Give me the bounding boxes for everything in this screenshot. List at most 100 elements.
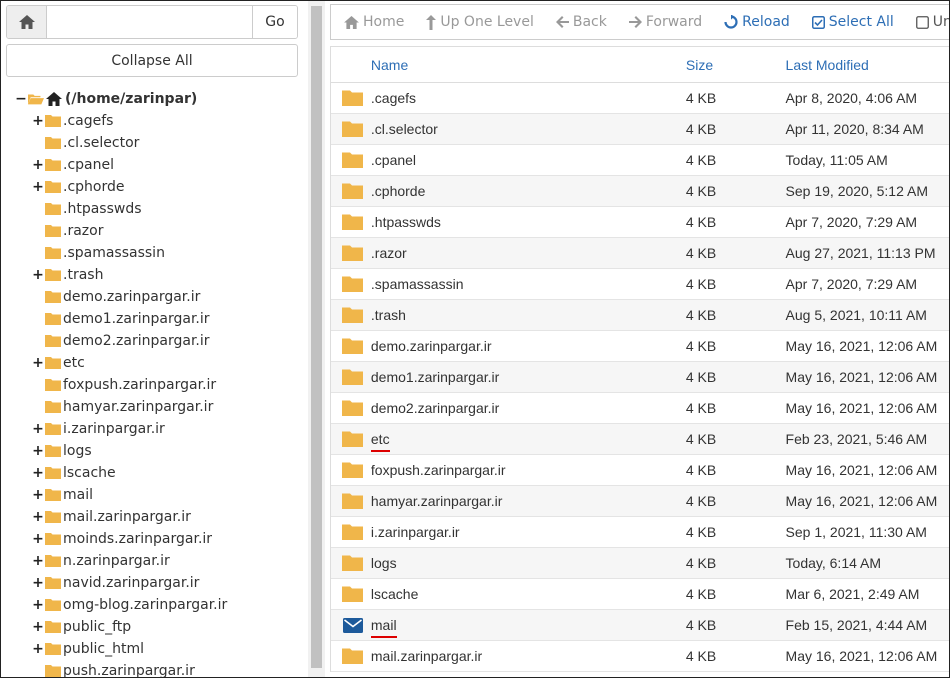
tree-item[interactable]: +hamyar.zarinpargar.ir (1, 396, 301, 418)
file-name[interactable]: demo2.zarinpargar.ir (371, 400, 686, 416)
tree-item[interactable]: +push.zarinpargar.ir (1, 660, 301, 677)
expand-toggle-icon[interactable]: + (32, 531, 44, 547)
collapse-all-button[interactable]: Collapse All (6, 44, 298, 77)
table-row[interactable]: demo1.zarinpargar.ir 4 KB May 16, 2021, 12… (331, 362, 949, 393)
file-name[interactable]: etc (370, 431, 686, 452)
tree-item[interactable]: + .cagefs (1, 110, 301, 132)
home-button[interactable]: Home (331, 5, 414, 39)
table-row[interactable]: demo2.zarinpargar.ir 4 KB May 16, 2021, 12… (331, 393, 949, 424)
folder-icon (45, 291, 61, 303)
tree-scrollbar[interactable] (308, 1, 325, 677)
tree-item[interactable]: + .cpanel (1, 154, 301, 176)
tree-item[interactable]: + i.zarinpargar.ir (1, 418, 301, 440)
tree-item[interactable]: +.htpasswds (1, 198, 301, 220)
tree-item[interactable]: + omg-blog.zarinpargar.ir (1, 594, 301, 616)
table-row[interactable]: i.zarinpargar.ir 4 KB Sep 1, 2021, 11:30 A… (331, 517, 949, 548)
tree-item[interactable]: + n.zarinpargar.ir (1, 550, 301, 572)
tree-item-label: lscache (63, 465, 116, 481)
table-row[interactable]: hamyar.zarinpargar.ir 4 KB May 16, 2021, 1… (331, 486, 949, 517)
table-row[interactable]: .cphorde 4 KB Sep 19, 2020, 5:12 AM (331, 176, 949, 207)
table-row[interactable]: .spamassassin 4 KB Apr 7, 2020, 7:29 AM (331, 269, 949, 300)
expand-toggle-icon[interactable]: + (32, 487, 44, 503)
expand-toggle-icon[interactable]: + (32, 465, 44, 481)
tree-item[interactable]: +foxpush.zarinpargar.ir (1, 374, 301, 396)
tree-item[interactable]: +.spamassassin (1, 242, 301, 264)
unselect-all-button[interactable]: Unselect All (904, 5, 949, 39)
tree-root[interactable]: − (/home/zarinpar) (1, 88, 301, 110)
table-row[interactable]: demo.zarinpargar.ir 4 KB May 16, 2021, 12:… (331, 331, 949, 362)
tree-item[interactable]: +demo.zarinpargar.ir (1, 286, 301, 308)
table-row[interactable]: .cl.selector 4 KB Apr 11, 2020, 8:34 AM (331, 114, 949, 145)
size-column-header[interactable]: Size (686, 57, 786, 73)
file-name[interactable]: lscache (371, 586, 686, 602)
expand-toggle-icon[interactable]: + (32, 157, 44, 173)
tree-item[interactable]: + mail (1, 484, 301, 506)
tree-item[interactable]: +demo2.zarinpargar.ir (1, 330, 301, 352)
file-name[interactable]: foxpush.zarinpargar.ir (371, 462, 686, 478)
expand-toggle-icon[interactable]: + (32, 509, 44, 525)
table-row[interactable]: .cagefs 4 KB Apr 8, 2020, 4:06 AM (331, 83, 949, 114)
table-row[interactable]: .razor 4 KB Aug 27, 2021, 11:13 PM (331, 238, 949, 269)
file-name[interactable]: .cpanel (371, 152, 686, 168)
tree-item[interactable]: + etc (1, 352, 301, 374)
file-name[interactable]: i.zarinpargar.ir (371, 524, 686, 540)
file-name[interactable]: demo.zarinpargar.ir (371, 338, 686, 354)
go-button[interactable]: Go (252, 6, 297, 38)
up-one-level-button[interactable]: Up One Level (414, 5, 544, 39)
scrollbar-thumb[interactable] (311, 6, 322, 668)
path-input[interactable] (47, 6, 252, 38)
file-name[interactable]: .trash (371, 307, 686, 323)
table-row[interactable]: logs 4 KB Today, 6:14 AM (331, 548, 949, 579)
file-name[interactable]: .cagefs (371, 90, 686, 106)
tree-item[interactable]: + public_html (1, 638, 301, 660)
expand-toggle-icon[interactable]: + (32, 619, 44, 635)
file-name[interactable]: .htpasswds (371, 214, 686, 230)
file-name[interactable]: mail.zarinpargar.ir (371, 648, 686, 664)
tree-item[interactable]: + mail.zarinpargar.ir (1, 506, 301, 528)
expand-toggle-icon[interactable]: + (32, 575, 44, 591)
expand-toggle-icon[interactable]: + (32, 113, 44, 129)
home-directory-button[interactable] (7, 6, 47, 38)
reload-button[interactable]: Reload (712, 5, 800, 39)
file-name[interactable]: demo1.zarinpargar.ir (371, 369, 686, 385)
name-column-header[interactable]: Name (371, 57, 686, 73)
select-all-button[interactable]: Select All (800, 5, 904, 39)
file-name[interactable]: .cphorde (371, 183, 686, 199)
tree-item[interactable]: +.razor (1, 220, 301, 242)
expand-toggle-icon[interactable]: + (32, 421, 44, 437)
tree-item[interactable]: + moinds.zarinpargar.ir (1, 528, 301, 550)
tree-item[interactable]: + public_ftp (1, 616, 301, 638)
forward-button[interactable]: Forward (617, 5, 712, 39)
expand-toggle-icon[interactable]: + (32, 179, 44, 195)
last-modified-column-header[interactable]: Last Modified (786, 57, 949, 73)
table-row[interactable]: lscache 4 KB Mar 6, 2021, 2:49 AM (331, 579, 949, 610)
file-name[interactable]: mail (370, 617, 686, 638)
table-row[interactable]: foxpush.zarinpargar.ir 4 KB May 16, 2021, … (331, 455, 949, 486)
table-row[interactable]: .trash 4 KB Aug 5, 2021, 10:11 AM (331, 300, 949, 331)
tree-item[interactable]: + .cphorde (1, 176, 301, 198)
tree-item[interactable]: +demo1.zarinpargar.ir (1, 308, 301, 330)
expand-toggle-icon[interactable]: + (32, 641, 44, 657)
table-row[interactable]: etc 4 KB Feb 23, 2021, 5:46 AM (331, 424, 949, 455)
table-row[interactable]: .htpasswds 4 KB Apr 7, 2020, 7:29 AM (331, 207, 949, 238)
expand-toggle-icon[interactable]: + (32, 267, 44, 283)
expand-toggle-icon[interactable]: + (32, 553, 44, 569)
expand-toggle-icon[interactable]: + (32, 597, 44, 613)
tree-item[interactable]: + navid.zarinpargar.ir (1, 572, 301, 594)
tree-item[interactable]: + logs (1, 440, 301, 462)
table-row[interactable]: .cpanel 4 KB Today, 11:05 AM (331, 145, 949, 176)
collapse-toggle-icon[interactable]: − (15, 91, 27, 107)
file-name[interactable]: .razor (371, 245, 686, 261)
file-name[interactable]: .spamassassin (371, 276, 686, 292)
expand-toggle-icon[interactable]: + (32, 443, 44, 459)
file-name[interactable]: .cl.selector (371, 121, 686, 137)
file-name[interactable]: hamyar.zarinpargar.ir (371, 493, 686, 509)
table-row[interactable]: mail.zarinpargar.ir 4 KB May 16, 2021, 12:… (331, 641, 949, 672)
tree-item[interactable]: + lscache (1, 462, 301, 484)
table-row[interactable]: mail 4 KB Feb 15, 2021, 4:44 AM (331, 610, 949, 641)
tree-item[interactable]: + .trash (1, 264, 301, 286)
tree-item[interactable]: +.cl.selector (1, 132, 301, 154)
back-button[interactable]: Back (544, 5, 617, 39)
expand-toggle-icon[interactable]: + (32, 355, 44, 371)
file-name[interactable]: logs (371, 555, 686, 571)
